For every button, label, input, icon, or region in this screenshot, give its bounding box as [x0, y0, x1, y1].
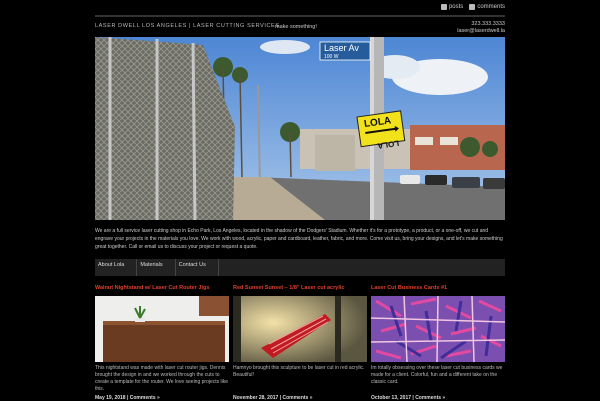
post-meta[interactable]: May 19, 2018 | Comments »: [95, 395, 229, 401]
phone-number: 323.333.3333: [471, 21, 505, 27]
site-header: Laser Dwell Los Angeles | Laser Cutting …: [95, 20, 505, 36]
main-nav: About Lola Materials Contact Us: [95, 259, 505, 276]
comments-feed-link[interactable]: comments: [469, 4, 505, 10]
business-cards-photo: [371, 296, 505, 362]
post-thumbnail[interactable]: [95, 296, 229, 362]
rss-icon: [440, 4, 447, 10]
feed-links: posts comments: [440, 4, 505, 10]
contact-info: 323.333.3333 laser@laserdwell.la: [457, 21, 505, 35]
email-address[interactable]: laser@laserdwell.la: [457, 28, 505, 35]
posts-feed-label: posts: [448, 4, 464, 10]
post-excerpt: Im totally obsessing over these laser cu…: [371, 365, 503, 385]
post-card: Red Sunset Sunset – 1/8" Laser cut acryl…: [233, 285, 367, 401]
post-meta[interactable]: November 28, 2017 | Comments »: [233, 395, 367, 401]
nightstand-photo: [95, 296, 229, 362]
street-sign-name: Laser Av: [324, 43, 359, 53]
post-thumbnail[interactable]: [233, 296, 367, 362]
nav-item-about-lola[interactable]: About Lola: [95, 259, 138, 276]
page-container: posts comments Laser Dwell Los Angeles |…: [95, 0, 505, 401]
post-title[interactable]: Red Sunset Sunset – 1/8" Laser cut acryl…: [233, 285, 367, 294]
site-title[interactable]: Laser Dwell Los Angeles | Laser Cutting …: [95, 23, 280, 29]
comments-feed-label: comments: [477, 4, 505, 10]
post-excerpt: This nightstand was made with laser cut …: [95, 365, 229, 392]
rss-icon: [469, 4, 476, 10]
nav-item-contact-us[interactable]: Contact Us: [176, 259, 219, 276]
header-divider: [95, 15, 505, 17]
post-title[interactable]: Laser Cut Business Cards #1: [371, 285, 505, 294]
posts-feed-link[interactable]: posts: [440, 4, 464, 10]
street-photo: Laser Av 100 W LOLA LOLA: [95, 37, 505, 220]
post-list: Walnut Nightstand w/ Laser Cut Router Ji…: [95, 285, 505, 401]
nav-item-materials[interactable]: Materials: [137, 259, 176, 276]
post-excerpt: Hamnyo brought this sculpture to be lase…: [233, 365, 365, 378]
acrylic-sculpture-photo: [233, 296, 367, 362]
post-card: Walnut Nightstand w/ Laser Cut Router Ji…: [95, 285, 229, 401]
site-tagline: make something!: [275, 24, 317, 30]
intro-text: We are a full service laser cutting shop…: [95, 228, 503, 250]
post-thumbnail[interactable]: [371, 296, 505, 362]
post-card: Laser Cut Business Cards #1 Im totally o…: [371, 285, 505, 401]
post-meta[interactable]: October 13, 2017 | Comments »: [371, 395, 505, 401]
post-title[interactable]: Walnut Nightstand w/ Laser Cut Router Ji…: [95, 285, 229, 294]
hero-image: Laser Av 100 W LOLA LOLA: [95, 37, 505, 220]
street-sign-number: 100 W: [324, 54, 339, 60]
